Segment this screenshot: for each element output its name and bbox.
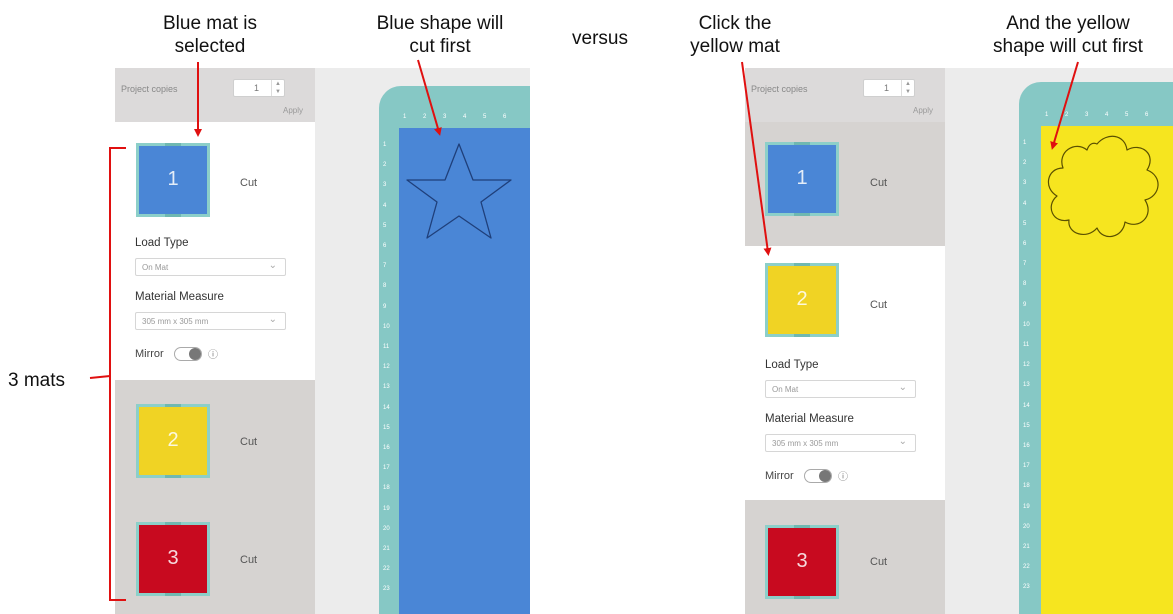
bracket-three-mats — [89, 147, 126, 601]
arrow-to-flower — [1050, 61, 1079, 150]
arrow-to-star — [417, 59, 442, 136]
annotation-overlay — [89, 59, 1079, 601]
arrow-to-yellow-mat — [741, 61, 772, 256]
